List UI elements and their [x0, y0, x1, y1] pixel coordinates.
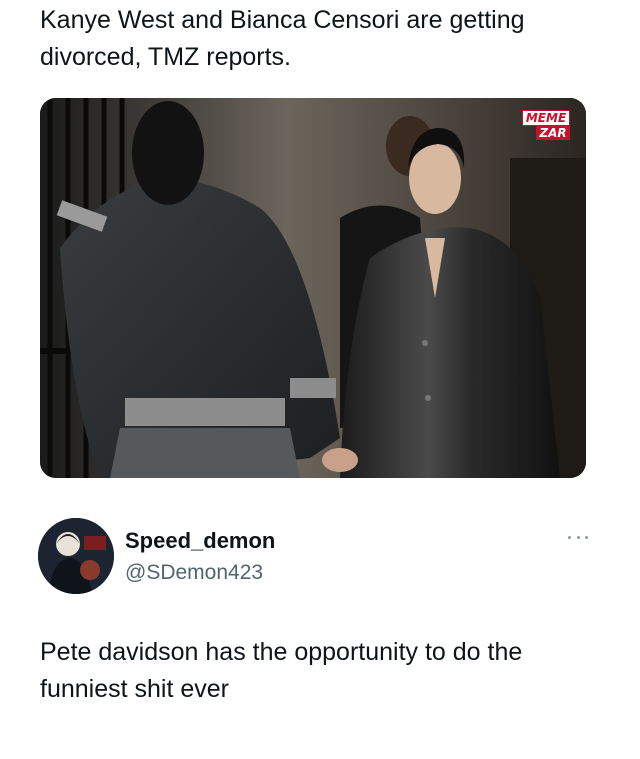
watermark-bottom-text: ZAR [536, 126, 570, 140]
tweet-text: Pete davidson has the opportunity to do … [40, 638, 523, 703]
dot [568, 535, 571, 539]
watermark-top-text: MEME [522, 110, 570, 126]
watermark-logo: MEME ZAR [520, 110, 574, 140]
avatar-image [38, 518, 114, 594]
dot [585, 535, 588, 539]
display-name[interactable]: Speed_demon [125, 528, 275, 554]
photo-illustration [40, 98, 586, 478]
ellipsis-icon[interactable] [568, 532, 588, 542]
avatar[interactable] [38, 518, 114, 594]
headline-text: Kanye West and Bianca Censori are gettin… [40, 6, 525, 71]
dot [576, 535, 580, 539]
tweet-author-row: Speed_demon @SDemon423 [38, 518, 598, 594]
news-photo[interactable]: MEME ZAR [40, 98, 586, 478]
user-handle[interactable]: @SDemon423 [125, 560, 263, 586]
